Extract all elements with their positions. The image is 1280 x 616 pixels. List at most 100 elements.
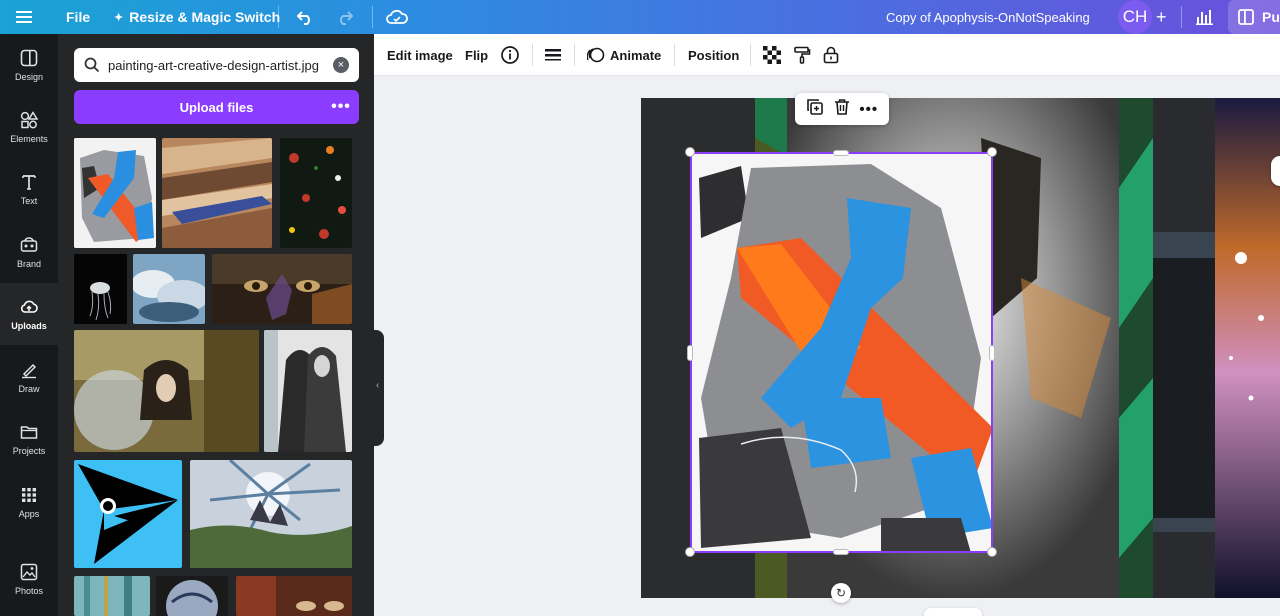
- cloud-save-status[interactable]: [386, 0, 408, 34]
- upload-label: Upload files: [179, 99, 254, 115]
- resize-handle-bottom-left[interactable]: [685, 547, 695, 557]
- elements-icon: [20, 110, 38, 128]
- resize-handle-top-right[interactable]: [987, 147, 997, 157]
- edit-image-button[interactable]: Edit image: [387, 34, 453, 76]
- rail-item-projects[interactable]: Projects: [0, 408, 58, 470]
- more-options-icon: •••: [331, 98, 351, 115]
- thumbnail-image: [156, 576, 228, 616]
- flip-button[interactable]: Flip: [465, 34, 488, 76]
- avatar[interactable]: CH: [1118, 0, 1152, 34]
- upload-more-button[interactable]: •••: [323, 90, 359, 124]
- rail-label: Design: [14, 71, 43, 82]
- chevron-left-icon: ‹: [376, 380, 380, 391]
- animate-label: Animate: [610, 47, 662, 63]
- info-button[interactable]: [500, 34, 520, 76]
- rail-label: Uploads: [11, 320, 47, 331]
- resize-handle-top-left[interactable]: [685, 147, 695, 157]
- upload-thumbnail-clouds[interactable]: [133, 254, 205, 324]
- page-side-handle[interactable]: [1271, 156, 1280, 186]
- border-style-button[interactable]: [545, 34, 561, 76]
- undo-button[interactable]: [296, 0, 314, 34]
- upload-thumbnail-woman-flowers[interactable]: [74, 330, 259, 452]
- more-options-button[interactable]: •••: [859, 101, 878, 118]
- file-menu-button[interactable]: File: [66, 0, 90, 34]
- undo-icon: [296, 11, 310, 25]
- duplicate-button[interactable]: [806, 98, 824, 121]
- upload-thumbnail-painting-x[interactable]: [74, 138, 156, 248]
- copy-style-button[interactable]: [793, 34, 811, 76]
- rail-item-brand[interactable]: Brand: [0, 221, 58, 283]
- resize-handle-bottom[interactable]: [833, 549, 849, 555]
- thumbnail-image: [133, 254, 205, 324]
- search-box[interactable]: ×: [74, 48, 359, 82]
- thumbnail-image: [190, 460, 352, 568]
- rail-item-uploads[interactable]: Uploads: [0, 283, 58, 345]
- rail-label: Draw: [18, 383, 40, 394]
- rail-item-photos[interactable]: Photos: [0, 548, 58, 610]
- upload-thumbnail-brushstrokes[interactable]: [162, 138, 272, 248]
- position-button[interactable]: Position: [688, 34, 739, 76]
- resize-handle-left[interactable]: [687, 345, 693, 361]
- delete-button[interactable]: [834, 98, 850, 121]
- upload-thumbnail-eye-pyramid[interactable]: [74, 460, 182, 568]
- animate-button[interactable]: Animate: [587, 34, 661, 76]
- divider: [574, 44, 575, 66]
- bar-chart-icon: [1196, 10, 1213, 25]
- plus-icon: +: [1156, 6, 1167, 27]
- insights-button[interactable]: [1196, 0, 1213, 34]
- add-collaborator-button[interactable]: +: [1156, 0, 1167, 34]
- upload-thumbnail-hooded-figures[interactable]: [264, 330, 352, 452]
- thumbnail-image: [212, 254, 352, 324]
- upload-thumbnail-fantasy-landscape[interactable]: [190, 460, 352, 568]
- thumbnail-image: [74, 254, 127, 324]
- redo-button[interactable]: [336, 0, 354, 34]
- lock-button[interactable]: [823, 34, 839, 76]
- redo-icon: [340, 11, 354, 25]
- rotate-handle[interactable]: ↻: [831, 583, 851, 603]
- rail-item-draw[interactable]: Draw: [0, 346, 58, 408]
- upload-thumbnail-marble-orb[interactable]: [156, 576, 228, 616]
- upload-thumbnail-teal-abstract[interactable]: [74, 576, 150, 616]
- thumbnail-image: [264, 330, 352, 452]
- thumbnail-image: [74, 330, 259, 452]
- transparency-button[interactable]: [763, 34, 781, 76]
- brand-icon: [20, 236, 38, 252]
- resize-handle-right[interactable]: [989, 345, 995, 361]
- border-style-icon: [545, 49, 561, 61]
- rail-item-text[interactable]: Text: [0, 158, 58, 220]
- close-icon: ×: [337, 59, 345, 71]
- text-icon: [22, 174, 36, 190]
- upload-files-button[interactable]: Upload files •••: [74, 90, 359, 124]
- page-add-handle[interactable]: [924, 608, 982, 616]
- resize-handle-bottom-right[interactable]: [987, 547, 997, 557]
- rail-item-design[interactable]: Design: [0, 34, 58, 96]
- publish-button[interactable]: Pu: [1228, 0, 1280, 34]
- paint-roller-icon: [794, 46, 811, 64]
- selection-frame[interactable]: [690, 152, 993, 553]
- design-title[interactable]: Copy of Apophysis-OnNotSpeaking: [886, 0, 1090, 34]
- search-input[interactable]: [108, 57, 330, 73]
- thumbnail-image: [74, 576, 150, 616]
- main-menu-button[interactable]: [16, 0, 32, 34]
- resize-handle-top[interactable]: [833, 150, 849, 156]
- rail-item-apps[interactable]: Apps: [0, 471, 58, 533]
- upload-thumbnail-dark-flowers[interactable]: [280, 138, 352, 248]
- upload-thumbnail-jellyfish[interactable]: [74, 254, 127, 324]
- rail-item-elements[interactable]: Elements: [0, 96, 58, 158]
- upload-thumbnail-eyes[interactable]: [212, 254, 352, 324]
- rail-label: Text: [20, 195, 38, 206]
- thumbnail-image: [74, 460, 182, 568]
- info-icon: [501, 46, 519, 64]
- divider: [532, 44, 533, 66]
- resize-magic-switch-button[interactable]: ✦ Resize & Magic Switch: [114, 0, 280, 34]
- design-icon: [20, 49, 38, 66]
- rail-label: Elements: [10, 133, 48, 144]
- pen-icon: [22, 363, 37, 378]
- clear-search-button[interactable]: ×: [333, 57, 349, 73]
- transparency-icon: [763, 46, 781, 64]
- lock-icon: [823, 46, 839, 64]
- thumbnail-image: [280, 138, 352, 248]
- animate-icon: [587, 47, 605, 63]
- upload-thumbnail-face-art[interactable]: [236, 576, 352, 616]
- collapse-panel-button[interactable]: ‹: [374, 330, 384, 446]
